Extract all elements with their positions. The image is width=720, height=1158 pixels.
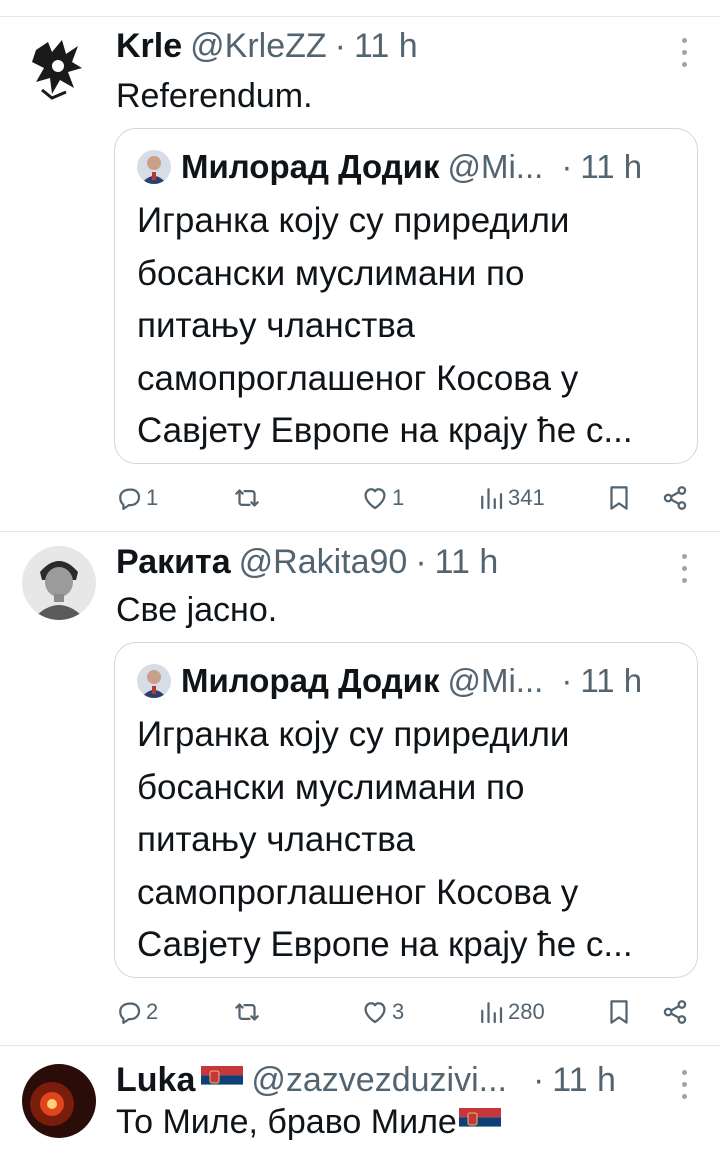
like-count: 1 xyxy=(392,485,405,510)
quoted-tweet[interactable]: Милорад Додик @Mi... · 11 h Игранка коју… xyxy=(114,128,698,464)
quoted-tweet-text: Игранка коју су приредили босански мусли… xyxy=(137,195,633,458)
reply-icon xyxy=(119,488,141,510)
reply-count: 2 xyxy=(146,999,159,1024)
separator-dot: · xyxy=(334,26,346,65)
more-vertical-icon[interactable] xyxy=(674,550,694,586)
quoted-author-handle: @Mi... xyxy=(447,148,544,185)
avatar-portrait-image xyxy=(137,150,171,184)
quoted-text-line: Савјету Европе на крају ће с... xyxy=(137,411,633,450)
tweet-text: Referendum. xyxy=(116,77,313,115)
quoted-timestamp: 11 h xyxy=(580,148,643,185)
quoted-text-line: босански муслимани по xyxy=(137,253,525,293)
quoted-text-line: питању чланства xyxy=(137,306,415,345)
timestamp[interactable]: 11 h xyxy=(552,1061,616,1100)
bookmark-button[interactable] xyxy=(604,478,634,518)
quoted-author-name: Милорад Додик xyxy=(181,662,440,699)
tweet-text-row: То Миле, браво Миле xyxy=(116,1100,501,1144)
quoted-text-line: самопроглашеног Косова у xyxy=(137,358,579,398)
author-name[interactable]: Ракита xyxy=(116,543,231,582)
share-icon xyxy=(663,486,687,510)
quoted-avatar xyxy=(137,150,171,184)
tweet-text: Све јасно. xyxy=(116,591,278,629)
avatar[interactable] xyxy=(22,546,96,620)
views-button[interactable]: 341 xyxy=(476,478,545,518)
quoted-text-line: Игранка коју су приредили xyxy=(137,715,570,754)
bookmark-icon xyxy=(610,1000,628,1024)
heart-icon xyxy=(364,1002,386,1024)
separator-dot: · xyxy=(532,1060,545,1099)
author-name[interactable]: Luka xyxy=(116,1061,195,1100)
author-handle[interactable]: @Rakita90 xyxy=(239,543,408,582)
more-vertical-icon[interactable] xyxy=(674,1066,694,1102)
more-vertical-icon[interactable] xyxy=(674,34,694,70)
bookmark-icon xyxy=(610,486,628,510)
reply-button[interactable]: 1 xyxy=(114,478,158,518)
quoted-tweet[interactable]: Милорад Додик @Mi... · 11 h Игранка коју… xyxy=(114,642,698,978)
repost-icon xyxy=(235,1003,259,1021)
timestamp[interactable]: 11 h xyxy=(435,543,499,582)
separator-dot: · xyxy=(561,148,573,185)
separator-dot: · xyxy=(415,542,427,581)
repost-button[interactable] xyxy=(232,478,262,518)
like-button[interactable]: 3 xyxy=(360,992,404,1032)
view-count: 341 xyxy=(508,485,545,510)
views-button[interactable]: 280 xyxy=(476,992,545,1032)
timestamp[interactable]: 11 h xyxy=(354,27,418,66)
avatar[interactable] xyxy=(22,1064,96,1138)
reply-count: 1 xyxy=(146,485,159,510)
tweet-text: То Миле, браво Миле xyxy=(116,1103,457,1141)
serbia-flag-icon xyxy=(458,1108,501,1136)
views-chart-icon xyxy=(481,488,503,510)
tweet-rakita[interactable]: Ракита @Rakita90 · 11 h Све јасно. Милор… xyxy=(0,532,720,1044)
avatar-cartoon-image xyxy=(22,32,96,106)
quoted-tweet-header: Милорад Додик @Mi... · 11 h xyxy=(137,147,642,187)
share-icon xyxy=(663,1000,687,1024)
quoted-text-line: Игранка коју су приредили xyxy=(137,201,570,240)
quoted-timestamp: 11 h xyxy=(580,662,643,699)
separator-dot: · xyxy=(561,662,573,699)
quoted-avatar xyxy=(137,664,171,698)
repost-button[interactable] xyxy=(232,992,262,1032)
share-button[interactable] xyxy=(660,992,690,1032)
heart-icon xyxy=(364,488,386,510)
like-button[interactable]: 1 xyxy=(360,478,404,518)
bookmark-button[interactable] xyxy=(604,992,634,1032)
tweet-header: Ракита @Rakita90 · 11 h xyxy=(116,540,498,584)
avatar-flare-image xyxy=(22,1064,96,1138)
tweet-header: Luka @zazvezduzivi... · 11 h xyxy=(116,1058,616,1102)
avatar-portrait-image xyxy=(137,664,171,698)
quoted-text-line: питању чланства xyxy=(137,820,415,859)
view-count: 280 xyxy=(508,999,545,1024)
action-bar: 1 1 341 xyxy=(114,478,704,518)
action-bar: 2 3 280 xyxy=(114,992,704,1032)
tweet-luka[interactable]: Luka @zazvezduzivi... · 11 h То Миле, бр… xyxy=(0,1046,720,1158)
author-handle[interactable]: @zazvezduzivi... xyxy=(251,1061,507,1100)
tweet-header: Krle @KrleZZ · 11 h xyxy=(116,24,418,68)
author-handle[interactable]: @KrleZZ xyxy=(190,27,327,66)
like-count: 3 xyxy=(392,999,405,1024)
avatar-photo-image xyxy=(22,546,96,620)
reply-button[interactable]: 2 xyxy=(114,992,158,1032)
serbia-flag-icon xyxy=(201,1066,244,1094)
author-name[interactable]: Krle xyxy=(116,27,182,66)
quoted-author-name: Милорад Додик xyxy=(181,148,440,185)
avatar[interactable] xyxy=(22,32,96,106)
quoted-tweet-header: Милорад Додик @Mi... · 11 h xyxy=(137,661,642,701)
repost-icon xyxy=(235,489,259,507)
share-button[interactable] xyxy=(660,478,690,518)
quoted-text-line: Савјету Европе на крају ће с... xyxy=(137,925,633,964)
quoted-author-handle: @Mi... xyxy=(447,662,544,699)
quoted-tweet-text: Игранка коју су приредили босански мусли… xyxy=(137,709,633,972)
views-chart-icon xyxy=(481,1002,503,1024)
reply-icon xyxy=(119,1002,141,1024)
tweet-krle[interactable]: Krle @KrleZZ · 11 h Referendum. Милорад … xyxy=(0,0,720,530)
quoted-text-line: самопроглашеног Косова у xyxy=(137,872,579,912)
quoted-text-line: босански муслимани по xyxy=(137,767,525,807)
